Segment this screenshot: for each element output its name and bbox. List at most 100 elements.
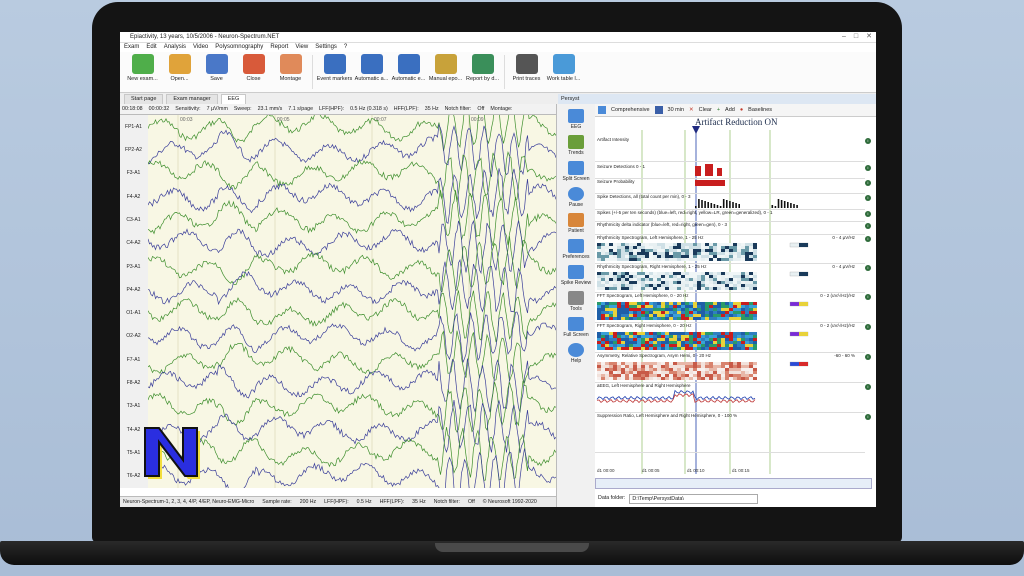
mode-dropdown[interactable]: Comprehensive: [611, 107, 650, 113]
pin-icon[interactable]: ●: [740, 107, 743, 113]
eeg-toolbar-item[interactable]: Off: [477, 104, 484, 114]
channel-label[interactable]: P3-A1: [120, 260, 147, 274]
trend-scrollbar[interactable]: [595, 478, 872, 489]
info-icon[interactable]: i: [865, 180, 871, 186]
menu-settings[interactable]: Settings: [315, 43, 337, 52]
channel-label[interactable]: C3-A1: [120, 213, 147, 227]
menu-edit[interactable]: Edit: [146, 43, 156, 52]
channel-label[interactable]: F3-A1: [120, 166, 147, 180]
eeg-toolbar-item[interactable]: 00:18:08: [122, 104, 143, 114]
trend-row[interactable]: Rhythmicity Spectrogram, Left Hemisphere…: [595, 234, 871, 264]
channel-label[interactable]: FP2-A2: [120, 143, 147, 157]
trend-row[interactable]: Seizure Probability i: [595, 178, 871, 194]
menu-view[interactable]: View: [295, 43, 308, 52]
info-icon[interactable]: i: [865, 354, 871, 360]
eeg-trace-area[interactable]: 00:03 00:05 00:07 00:09: [148, 115, 556, 488]
clear-icon[interactable]: ✕: [689, 107, 694, 113]
menu-analysis[interactable]: Analysis: [164, 43, 186, 52]
ribbon-button-5[interactable]: Event markers: [316, 52, 353, 82]
tab-eeg[interactable]: EEG: [220, 94, 247, 104]
eeg-toolbar-item[interactable]: 7.1 s/page: [288, 104, 313, 114]
eeg-toolbar-item[interactable]: Notch filter:: [445, 104, 472, 114]
minimize-icon[interactable]: –: [842, 32, 846, 42]
trend-row[interactable]: Rhythmicity delta indicator (blue=left, …: [595, 221, 871, 235]
eeg-toolbar-item[interactable]: LFF(HPF):: [319, 104, 344, 114]
eeg-toolbar-item[interactable]: 23.1 mm/s: [258, 104, 283, 114]
eeg-toolbar-item[interactable]: 35 Hz: [425, 104, 439, 114]
ribbon-button-11[interactable]: Work table l...: [545, 52, 582, 82]
channel-label[interactable]: FP1-A1: [120, 120, 147, 134]
data-folder-field[interactable]: D:\Temp\PersystData\: [629, 494, 759, 504]
eeg-toolbar-item[interactable]: 00:00:32: [149, 104, 170, 114]
trend-row[interactable]: Seizure Detections 0 - 1 i: [595, 163, 871, 179]
tab-start-page[interactable]: Start page: [124, 94, 164, 104]
persyst-menu-help[interactable]: Help: [557, 343, 595, 364]
menu-video[interactable]: Video: [193, 43, 208, 52]
maximize-icon[interactable]: □: [854, 32, 858, 42]
ribbon-button-6[interactable]: Automatic a...: [353, 52, 390, 82]
info-icon[interactable]: i: [865, 384, 871, 390]
info-icon[interactable]: i: [865, 324, 871, 330]
info-icon[interactable]: i: [865, 165, 871, 171]
tab-exam-manager[interactable]: Exam manager: [166, 94, 218, 104]
ribbon-button-4[interactable]: Montage: [272, 52, 309, 82]
clear-button[interactable]: Clear: [699, 107, 712, 113]
channel-label[interactable]: O1-A1: [120, 306, 147, 320]
zoom-icon[interactable]: [654, 106, 663, 114]
persyst-menu-full-screen[interactable]: Full Screen: [557, 317, 595, 338]
info-icon[interactable]: i: [865, 223, 871, 229]
persyst-menu-split-screen[interactable]: Split Screen: [557, 161, 595, 182]
channel-label[interactable]: O2-A2: [120, 329, 147, 343]
ribbon-button-9[interactable]: Report by d...: [464, 52, 501, 82]
channel-label[interactable]: F8-A2: [120, 376, 147, 390]
channel-label[interactable]: F4-A2: [120, 190, 147, 204]
add-icon[interactable]: +: [717, 107, 720, 113]
ribbon-button-8[interactable]: Manual epo...: [427, 52, 464, 82]
persyst-menu-preferences[interactable]: Preferences: [557, 239, 595, 260]
channel-label[interactable]: F7-A1: [120, 353, 147, 367]
trend-icon[interactable]: [598, 106, 606, 114]
trend-row[interactable]: Suppression Ratio, Left Hemisphere and R…: [595, 412, 871, 453]
menu-polysomnography[interactable]: Polysomnography: [215, 43, 263, 52]
channel-label[interactable]: P4-A2: [120, 283, 147, 297]
menu-report[interactable]: Report: [270, 43, 288, 52]
persyst-menu-pause[interactable]: Pause: [557, 187, 595, 208]
trend-row[interactable]: Artifact Intensity i: [595, 136, 871, 162]
persyst-menu-trends[interactable]: Trends: [557, 135, 595, 156]
persyst-menu-patient[interactable]: Patient: [557, 213, 595, 234]
info-icon[interactable]: i: [865, 414, 871, 420]
ribbon-button-1[interactable]: Open...: [161, 52, 198, 82]
channel-label[interactable]: T3-A1: [120, 399, 147, 413]
trend-row[interactable]: FFT Spectrogram, Right Hemisphere, 0 - 2…: [595, 322, 871, 353]
trend-row[interactable]: Asymmetry, Relative Spectrogram, Asym He…: [595, 352, 871, 383]
info-icon[interactable]: i: [865, 265, 871, 271]
trend-row[interactable]: Rhythmicity Spectrogram, Right Hemispher…: [595, 263, 871, 293]
menu-help[interactable]: ?: [344, 43, 347, 52]
persyst-menu-eeg[interactable]: EEG: [557, 109, 595, 130]
ribbon-button-10[interactable]: Print traces: [508, 52, 545, 82]
duration-label[interactable]: 30 min: [668, 107, 685, 113]
eeg-toolbar-item[interactable]: Montage:: [490, 104, 512, 114]
ribbon-button-0[interactable]: New exam...: [124, 52, 161, 82]
eeg-toolbar-item[interactable]: 0.5 Hz (0.318 s): [350, 104, 388, 114]
info-icon[interactable]: i: [865, 195, 871, 201]
info-icon[interactable]: i: [865, 138, 871, 144]
eeg-toolbar-item[interactable]: HFF(LPF):: [394, 104, 419, 114]
trend-row[interactable]: FFT Spectrogram, Left Hemisphere, 0 - 20…: [595, 292, 871, 323]
channel-label[interactable]: C4-A2: [120, 236, 147, 250]
info-icon[interactable]: i: [865, 294, 871, 300]
add-button[interactable]: Add: [725, 107, 735, 113]
eeg-toolbar-item[interactable]: Sweep:: [234, 104, 252, 114]
ribbon-button-7[interactable]: Automatic e...: [390, 52, 427, 82]
ribbon-button-2[interactable]: Save: [198, 52, 235, 82]
close-icon[interactable]: ✕: [866, 32, 872, 42]
info-icon[interactable]: i: [865, 211, 871, 217]
persyst-menu-spike-review[interactable]: Spike Review: [557, 265, 595, 286]
menu-exam[interactable]: Exam: [124, 43, 139, 52]
info-icon[interactable]: i: [865, 236, 871, 242]
persyst-menu-tools[interactable]: Tools: [557, 291, 595, 312]
trend-row[interactable]: Spike Detections, all (total count per m…: [595, 193, 871, 210]
eeg-toolbar-item[interactable]: Sensitivity:: [175, 104, 200, 114]
ribbon-button-3[interactable]: Close: [235, 52, 272, 82]
baselines-dropdown[interactable]: Baselines: [748, 107, 772, 113]
